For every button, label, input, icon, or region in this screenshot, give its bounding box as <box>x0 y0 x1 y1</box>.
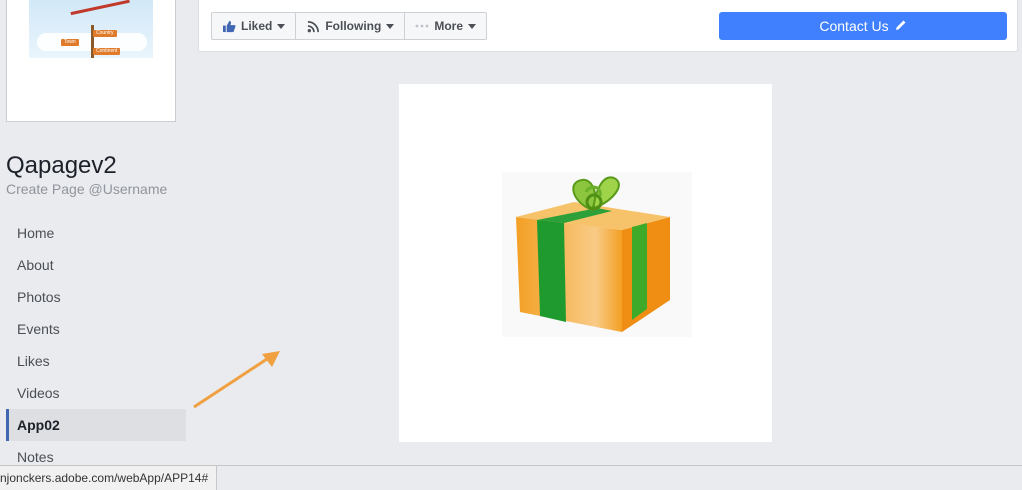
caret-down-icon <box>277 23 286 29</box>
profile-image: Country Town Continent <box>29 0 153 58</box>
nav-item-videos[interactable]: Videos <box>6 377 186 409</box>
pencil-icon <box>895 18 907 34</box>
nav-item-about[interactable]: About <box>6 249 186 281</box>
caret-down-icon <box>468 23 477 29</box>
nav-item-home[interactable]: Home <box>6 217 186 249</box>
annotation-arrow <box>190 345 285 420</box>
gift-box-icon <box>502 172 692 337</box>
more-dots-icon <box>415 19 429 33</box>
sign-continent: Continent <box>93 48 121 55</box>
contact-us-label: Contact Us <box>819 18 889 34</box>
liked-label: Liked <box>241 19 273 33</box>
nav-item-app02[interactable]: App02 <box>6 409 186 441</box>
more-label: More <box>434 19 464 33</box>
rss-icon <box>306 19 320 33</box>
page-nav: Home About Photos Events Likes Videos Ap… <box>6 217 186 473</box>
nav-item-photos[interactable]: Photos <box>6 281 186 313</box>
liked-button[interactable]: Liked <box>211 12 297 40</box>
thumbs-up-icon <box>222 19 236 33</box>
profile-picture[interactable]: Country Town Continent <box>6 0 176 122</box>
following-button[interactable]: Following <box>296 12 406 40</box>
nav-item-likes[interactable]: Likes <box>6 345 186 377</box>
action-button-group: Liked Following More <box>211 12 488 40</box>
page-action-bar: Liked Following More Contact Us <box>198 0 1018 52</box>
more-button[interactable]: More <box>405 12 488 40</box>
plane-graphic <box>68 0 130 16</box>
sign-town: Town <box>61 39 79 46</box>
browser-status-bar: njonckers.adobe.com/webApp/APP14# <box>0 465 218 490</box>
create-username-link[interactable]: Create Page @Username <box>6 181 167 197</box>
caret-down-icon <box>386 23 395 29</box>
nav-item-events[interactable]: Events <box>6 313 186 345</box>
contact-us-button[interactable]: Contact Us <box>719 12 1007 40</box>
following-label: Following <box>325 19 382 33</box>
page-title[interactable]: Qapagev2 <box>6 152 117 180</box>
sign-country: Country <box>93 30 117 37</box>
app-content-panel <box>399 84 772 442</box>
